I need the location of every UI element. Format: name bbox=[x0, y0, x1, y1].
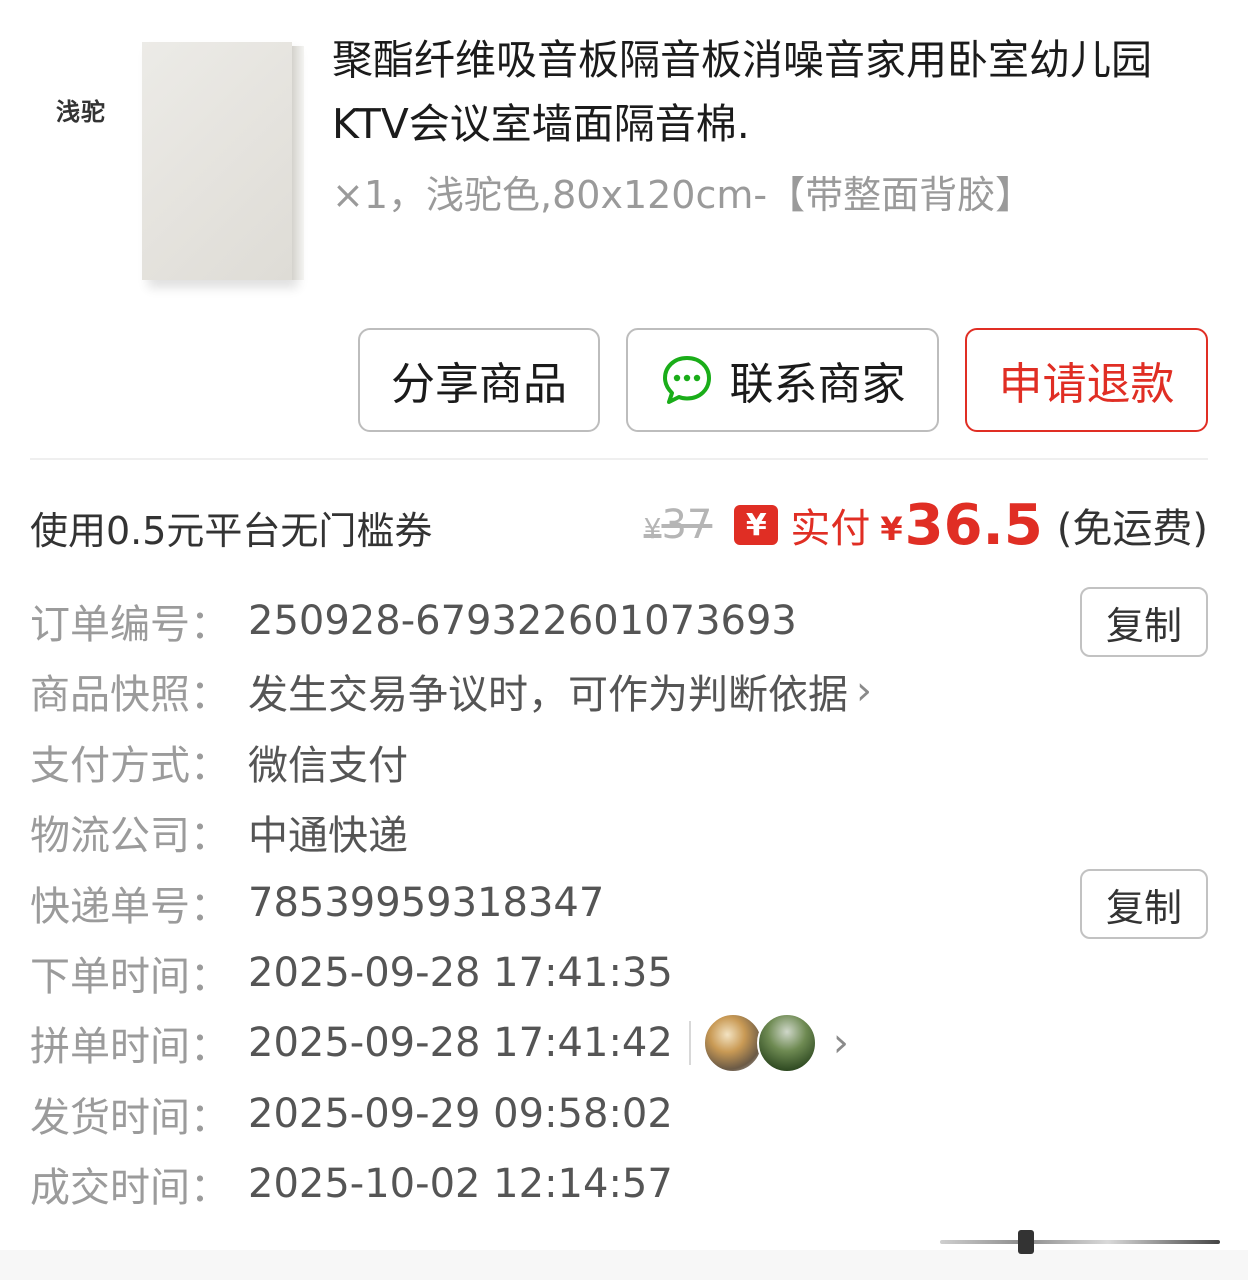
product-thumbnail[interactable]: 浅驼 bbox=[30, 26, 315, 296]
ship-time-value: 2025-09-29 09:58:02 bbox=[248, 1091, 673, 1137]
original-price-symbol: ¥ bbox=[643, 512, 662, 545]
shipping-note: (免运费) bbox=[1056, 506, 1208, 552]
deal-time-label: 成交时间： bbox=[30, 1165, 230, 1211]
group-separator bbox=[688, 1021, 691, 1065]
original-price: ¥37 bbox=[644, 502, 713, 548]
product-spec: ×1，浅驼色,80x120cm-【带整面背胶】 bbox=[332, 173, 1034, 217]
copy-label: 复制 bbox=[1105, 603, 1182, 648]
thumbnail-color-label: 浅驼 bbox=[56, 98, 106, 126]
apply-refund-button[interactable]: 申请退款 bbox=[965, 328, 1208, 432]
share-product-label: 分享商品 bbox=[391, 359, 567, 410]
tracking-number-label: 快递单号： bbox=[30, 884, 230, 930]
copy-tracking-number-button[interactable]: 复制 bbox=[1080, 869, 1208, 939]
group-time-label: 拼单时间： bbox=[30, 1024, 230, 1070]
original-price-value: 37 bbox=[661, 502, 713, 548]
group-member-avatar[interactable] bbox=[702, 1013, 763, 1073]
product-title[interactable]: 聚酯纤维吸音板隔音板消噪音家用卧室幼儿园KTV会议室墙面隔音棉. bbox=[332, 28, 1212, 156]
share-product-button[interactable]: 分享商品 bbox=[358, 328, 600, 432]
group-time-value: 2025-09-28 17:41:42 bbox=[248, 1020, 673, 1066]
contact-merchant-button[interactable]: 联系商家 bbox=[626, 328, 939, 432]
ship-time-label: 发货时间： bbox=[30, 1095, 230, 1141]
copy-label: 复制 bbox=[1105, 885, 1182, 930]
acoustic-panel-image bbox=[142, 42, 304, 280]
chat-bubble-icon bbox=[662, 356, 711, 404]
scroll-thumb[interactable] bbox=[1018, 1230, 1034, 1254]
tracking-number-value: 78539959318347 bbox=[248, 880, 605, 926]
courier-value: 中通快递 bbox=[248, 813, 408, 859]
paid-currency-symbol: ¥ bbox=[880, 510, 903, 548]
payment-method-value: 微信支付 bbox=[248, 743, 408, 789]
payment-method-label: 支付方式： bbox=[30, 743, 230, 789]
copy-order-number-button[interactable]: 复制 bbox=[1080, 587, 1208, 657]
chevron-right-icon: › bbox=[856, 668, 872, 714]
paid-label: 实付 bbox=[790, 506, 871, 552]
deal-time-value: 2025-10-02 12:14:57 bbox=[248, 1161, 673, 1207]
deal-time-row: 成交时间： 2025-10-02 12:14:57 bbox=[30, 1149, 673, 1219]
payment-badge-icon: ¥ bbox=[734, 505, 779, 545]
order-detail-page: 浅驼 聚酯纤维吸音板隔音板消噪音家用卧室幼儿园KTV会议室墙面隔音棉. ×1，浅… bbox=[0, 0, 1248, 1280]
group-member-avatar[interactable] bbox=[756, 1013, 817, 1073]
price-summary: ¥37 ¥ 实付 ¥ 36.5 (免运费) bbox=[644, 490, 1208, 560]
section-divider bbox=[30, 458, 1208, 460]
group-time-row: 拼单时间： 2025-09-28 17:41:42 › bbox=[30, 1008, 849, 1078]
bottom-strip bbox=[0, 1250, 1248, 1280]
coupon-info: 使用0.5元平台无门槛券 bbox=[30, 509, 433, 553]
payment-method-row: 支付方式： 微信支付 bbox=[30, 727, 408, 797]
chevron-right-icon[interactable]: › bbox=[833, 1020, 849, 1066]
apply-refund-label: 申请退款 bbox=[998, 359, 1175, 410]
product-snapshot-value: 发生交易争议时，可作为判断依据 bbox=[248, 672, 848, 718]
product-snapshot-label: 商品快照： bbox=[30, 672, 230, 718]
order-time-label: 下单时间： bbox=[30, 954, 230, 1000]
courier-row: 物流公司： 中通快递 bbox=[30, 797, 408, 867]
ship-time-row: 发货时间： 2025-09-29 09:58:02 bbox=[30, 1079, 673, 1149]
order-number-label: 订单编号： bbox=[30, 602, 230, 648]
order-number-row: 订单编号： 250928-679322601073693 bbox=[30, 586, 797, 656]
product-snapshot-row[interactable]: 商品快照： 发生交易争议时，可作为判断依据 › bbox=[30, 656, 872, 726]
tracking-number-row: 快递单号： 78539959318347 bbox=[30, 868, 604, 938]
order-time-value: 2025-09-28 17:41:35 bbox=[248, 950, 673, 996]
contact-merchant-label: 联系商家 bbox=[729, 359, 906, 410]
order-number-value: 250928-679322601073693 bbox=[248, 598, 797, 644]
scroll-indicator bbox=[940, 1240, 1220, 1244]
order-time-row: 下单时间： 2025-09-28 17:41:35 bbox=[30, 938, 673, 1008]
courier-label: 物流公司： bbox=[30, 813, 230, 859]
paid-amount: 36.5 bbox=[904, 492, 1043, 558]
